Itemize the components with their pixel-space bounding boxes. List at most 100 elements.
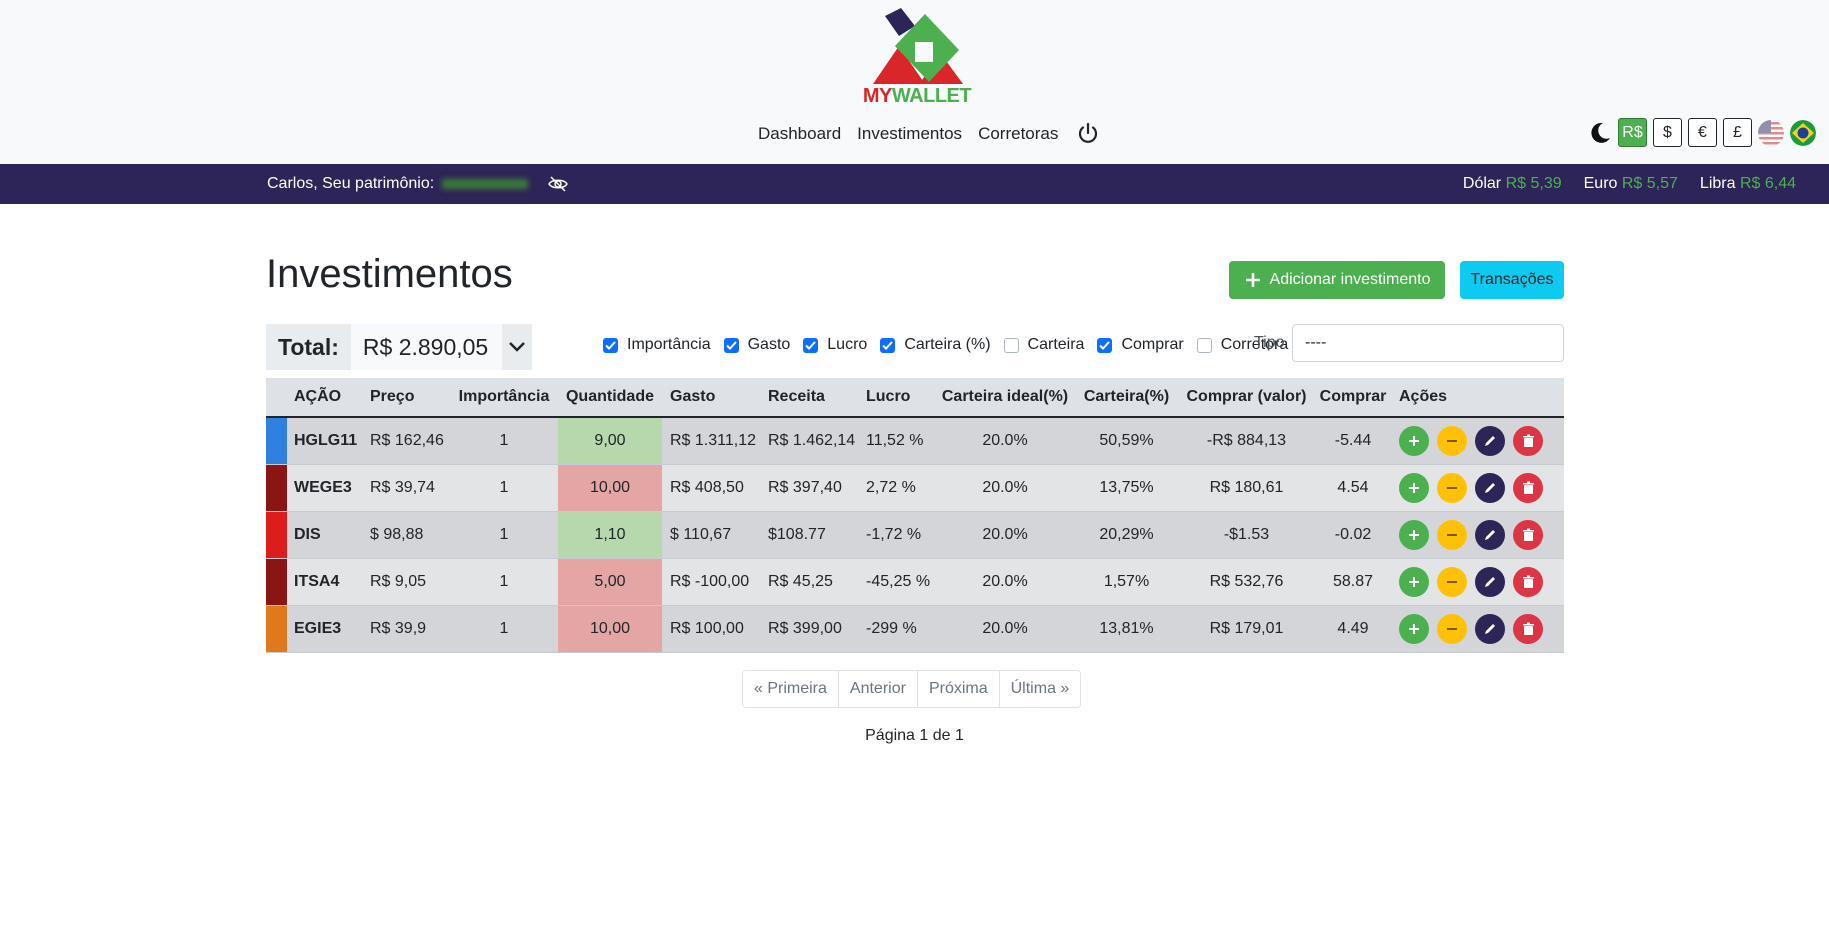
cell-gasto: R$ 408,50 <box>670 479 744 496</box>
tipo-select[interactable]: ---- <box>1292 324 1564 362</box>
buy-button[interactable] <box>1399 520 1429 550</box>
edit-button[interactable] <box>1475 614 1505 644</box>
buy-button[interactable] <box>1399 426 1429 456</box>
header-lucro[interactable]: Lucro <box>858 378 936 416</box>
filter-checkbox[interactable] <box>603 337 618 353</box>
filter-item[interactable]: Comprar <box>1097 336 1184 354</box>
cell-acao: WEGE3 <box>294 479 352 496</box>
edit-button[interactable] <box>1475 567 1505 597</box>
cell-comprar: -5.44 <box>1334 432 1372 449</box>
cell-comprar-valor: -R$ 884,13 <box>1206 432 1287 449</box>
row-color-marker <box>266 559 287 605</box>
sell-button[interactable] <box>1437 567 1467 597</box>
transactions-button[interactable]: Transações <box>1460 261 1564 299</box>
header-carteira[interactable]: Carteira(%) <box>1074 378 1179 416</box>
cell-receita: R$ 399,00 <box>768 620 842 637</box>
cell-comprar-valor: R$ 180,61 <box>1209 479 1284 496</box>
header-quantidade[interactable]: Quantidade <box>558 378 662 416</box>
header-gasto[interactable]: Gasto <box>662 378 760 416</box>
cell-receita: R$ 45,25 <box>768 573 833 590</box>
filter-checkbox[interactable] <box>1097 337 1113 353</box>
delete-button[interactable] <box>1513 473 1543 503</box>
rate-dolar-value: R$ 5,39 <box>1505 175 1562 192</box>
nav-corretoras[interactable]: Corretoras <box>978 124 1058 144</box>
buy-button[interactable] <box>1399 567 1429 597</box>
edit-button[interactable] <box>1475 520 1505 550</box>
sell-button[interactable] <box>1437 520 1467 550</box>
trash-icon <box>1522 481 1534 494</box>
page-last-button[interactable]: Última » <box>999 671 1081 707</box>
row-color-marker <box>266 418 287 464</box>
currency-eur-button[interactable]: € <box>1688 118 1717 147</box>
filter-item[interactable]: Importância <box>603 336 711 354</box>
page-first-button[interactable]: « Primeira <box>743 671 839 707</box>
filter-item[interactable]: Carteira (%) <box>880 336 991 354</box>
power-icon[interactable] <box>1076 122 1100 146</box>
cell-quantidade: 10,00 <box>558 606 662 652</box>
nav-dashboard[interactable]: Dashboard <box>758 124 841 144</box>
sell-button[interactable] <box>1437 614 1467 644</box>
minus-icon <box>1447 628 1457 630</box>
eye-slash-icon[interactable] <box>548 176 569 192</box>
delete-button[interactable] <box>1513 520 1543 550</box>
total-box: Total: R$ 2.890,05 <box>266 324 532 370</box>
filter-checkbox[interactable] <box>880 337 896 353</box>
brazil-flag-icon[interactable] <box>1790 119 1816 146</box>
header-receita[interactable]: Receita <box>760 378 858 416</box>
row-color-marker <box>266 465 287 511</box>
filter-checkbox[interactable] <box>1196 337 1212 353</box>
header-comprar-valor[interactable]: Comprar (valor) <box>1179 378 1314 416</box>
column-filters: Importância Gasto Lucro Carteira (%) Carteir… <box>603 336 1301 354</box>
cell-acoes <box>1392 606 1564 652</box>
edit-button[interactable] <box>1475 426 1505 456</box>
currency-gbp-button[interactable]: £ <box>1723 118 1752 147</box>
row-color-marker <box>266 512 287 558</box>
buy-button[interactable] <box>1399 614 1429 644</box>
rate-libra-label: Libra <box>1699 175 1736 192</box>
total-toggle-button[interactable] <box>501 324 532 370</box>
page-title: Investimentos <box>266 252 513 296</box>
filter-item[interactable]: Lucro <box>803 336 867 354</box>
filter-checkbox[interactable] <box>723 337 739 353</box>
header-acao[interactable]: AÇÃO <box>287 378 364 416</box>
cell-carteira-ideal: 20.0% <box>982 432 1028 449</box>
cell-preco: R$ 39,9 <box>370 620 427 637</box>
trash-icon <box>1522 528 1534 541</box>
delete-button[interactable] <box>1513 426 1543 456</box>
cell-gasto: R$ 1.311,12 <box>670 432 756 449</box>
logo-my: MY <box>862 85 893 107</box>
page-next-button[interactable]: Próxima <box>917 671 1000 707</box>
page-prev-button[interactable]: Anterior <box>838 671 918 707</box>
currency-usd-button[interactable]: $ <box>1653 118 1682 147</box>
us-flag-icon[interactable] <box>1758 119 1784 146</box>
currency-brl-button[interactable]: R$ <box>1618 118 1647 147</box>
buy-button[interactable] <box>1399 473 1429 503</box>
add-investment-button[interactable]: Adicionar investimento <box>1229 261 1445 299</box>
edit-button[interactable] <box>1475 473 1505 503</box>
sell-button[interactable] <box>1437 426 1467 456</box>
delete-button[interactable] <box>1513 614 1543 644</box>
header-carteira-ideal[interactable]: Carteira ideal(%) <box>936 378 1074 416</box>
header-preco[interactable]: Preço <box>364 378 450 416</box>
table-row: WEGE3 R$ 39,74 1 10,00 R$ 408,50 R$ 397,40 2,7… <box>266 465 1564 512</box>
plus-icon <box>1409 624 1419 634</box>
logo-wallet: WALLET <box>891 85 972 107</box>
filter-checkbox[interactable] <box>803 337 819 353</box>
wealth-value-hidden <box>442 179 529 189</box>
header-comprar[interactable]: Comprar <box>1314 378 1392 416</box>
header-importancia[interactable]: Importância <box>450 378 558 416</box>
sell-button[interactable] <box>1437 473 1467 503</box>
cell-comprar-valor: R$ 179,01 <box>1209 620 1284 637</box>
filter-checkbox[interactable] <box>1003 337 1019 353</box>
filter-item[interactable]: Gasto <box>723 336 790 354</box>
pencil-icon <box>1485 530 1495 540</box>
cell-carteira: 13,81% <box>1099 620 1154 637</box>
table-row: ITSA4 R$ 9,05 1 5,00 R$ -100,00 R$ 45,25 -45,2… <box>266 559 1564 606</box>
moon-icon[interactable] <box>1588 120 1612 146</box>
delete-button[interactable] <box>1513 567 1543 597</box>
cell-importancia: 1 <box>499 526 509 543</box>
tipo-label: Tipo <box>1254 334 1285 351</box>
nav-investimentos[interactable]: Investimentos <box>857 124 962 144</box>
cell-acoes <box>1392 465 1564 511</box>
filter-item[interactable]: Carteira <box>1003 336 1084 354</box>
